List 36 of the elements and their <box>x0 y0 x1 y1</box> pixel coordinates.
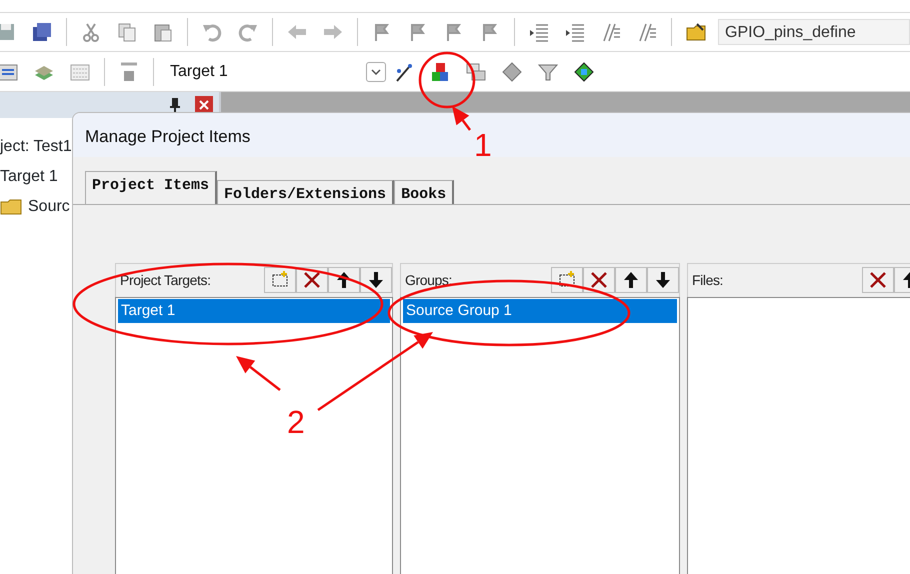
down-arrow-icon <box>653 270 673 290</box>
delete-button[interactable] <box>862 267 894 293</box>
down-arrow-button[interactable] <box>360 267 392 293</box>
tab[interactable]: Project Items <box>85 171 218 204</box>
dialog-title: Manage Project Items <box>85 127 250 146</box>
annotation-circle <box>418 52 476 108</box>
list-item[interactable]: Target 1 <box>118 298 390 323</box>
delete-icon <box>589 270 609 290</box>
pin-icon[interactable] <box>169 97 181 113</box>
list-label: Project Targets: <box>120 270 212 290</box>
caret-icon <box>371 68 381 74</box>
list-item[interactable]: Source Group 1 <box>403 298 677 323</box>
tab[interactable]: Folders/Extensions <box>217 180 394 204</box>
delete-icon <box>868 270 888 290</box>
list-label: Groups: <box>405 270 453 290</box>
delete-button[interactable] <box>583 267 615 293</box>
annotation-arrow <box>236 356 281 391</box>
tree-item[interactable]: Target 1 <box>0 165 58 189</box>
annotation-number: 1 <box>474 127 492 163</box>
down-arrow-icon <box>366 270 386 290</box>
target-select[interactable]: Target 1 <box>160 58 386 86</box>
search-combo[interactable]: GPIO_pins_define <box>718 19 910 45</box>
folder-icon <box>0 198 22 215</box>
up-arrow-button[interactable] <box>615 267 647 293</box>
delete-icon <box>302 270 322 290</box>
delete-button[interactable] <box>296 267 328 293</box>
annotation-number: 2 <box>287 404 305 440</box>
up-arrow-button[interactable] <box>328 267 360 293</box>
list-label: Files: <box>692 270 724 290</box>
down-arrow-button[interactable] <box>647 267 679 293</box>
tree-item[interactable]: Sourc <box>28 195 70 219</box>
up-arrow-icon <box>621 270 641 290</box>
tab[interactable]: Books <box>394 180 454 204</box>
new-item-button[interactable] <box>551 267 583 293</box>
new-item-button[interactable] <box>264 267 296 293</box>
annotation-arrow <box>452 106 471 131</box>
